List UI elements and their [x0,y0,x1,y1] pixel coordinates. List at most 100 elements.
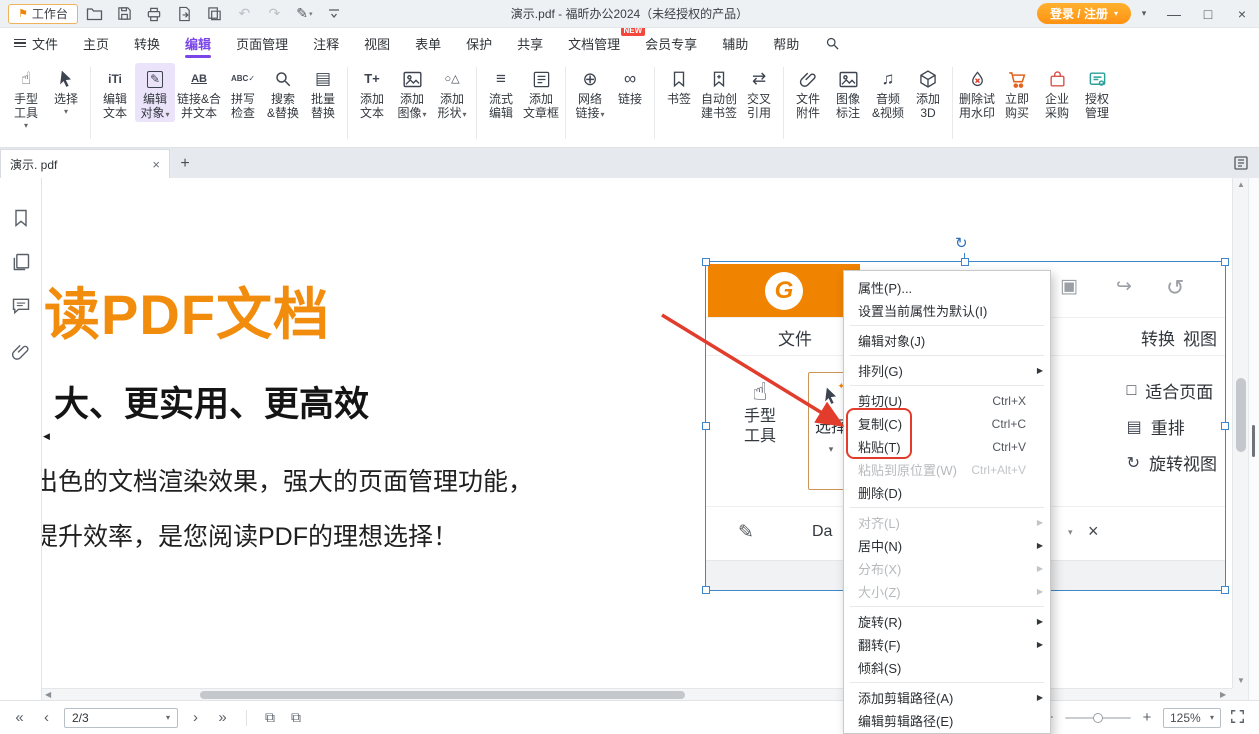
convert-doc-icon[interactable] [201,3,228,25]
ribbon-button-license-management[interactable]: 授权管理 [1077,63,1117,120]
menu-protect[interactable]: 保护 [466,28,492,58]
ribbon-button-enterprise-purchase[interactable]: 企业采购 [1037,63,1077,120]
menu-document-management[interactable]: 文档管理 NEW [568,28,620,58]
scroll-down-icon[interactable]: ▼ [1233,676,1249,685]
ribbon-button-add-text[interactable]: T+ 添加文本 [352,63,392,120]
ribbon-button-audio-video[interactable]: ♫ 音频&视频 [868,63,908,120]
context-menu-item-add-clip-path[interactable]: 添加剪辑路径(A)▶ [844,686,1050,709]
last-page-button[interactable]: » [209,709,236,726]
pen-tool-icon[interactable]: ✎▾ [291,3,318,25]
panel-collapse-icon[interactable]: ◀ [43,431,50,442]
menu-edit[interactable]: 编辑 [185,28,211,58]
scroll-left-icon[interactable]: ◀ [45,690,51,699]
collapse-ribbon-icon[interactable]: ▾ [1131,8,1157,19]
menu-file[interactable]: 文件 [14,28,58,58]
ribbon-button-select[interactable]: 选择 ▾ [46,63,86,116]
print-icon[interactable] [141,3,168,25]
minimize-button[interactable]: — [1157,0,1191,28]
menu-accessibility[interactable]: 辅助 [722,28,748,58]
ribbon-button-web-link[interactable]: ⊕ 网络链接▾ [570,63,610,122]
page-layout-icon[interactable] [1233,148,1249,178]
customize-toolbar-icon[interactable] [321,3,348,25]
export-doc-icon[interactable] [171,3,198,25]
ribbon-button-bookmark[interactable]: 书签 [659,63,699,106]
login-button[interactable]: 登录 / 注册 ▾ [1037,3,1131,24]
context-menu-item-cut[interactable]: 剪切(U)Ctrl+X [844,389,1050,412]
ribbon-button-spell-check[interactable]: ABC✓ 拼写检查 [223,63,263,120]
next-page-button[interactable]: › [182,709,209,726]
zoom-level-select[interactable]: 125% ▾ [1163,708,1221,728]
menu-convert[interactable]: 转换 [134,28,160,58]
horizontal-scroll-thumb[interactable] [200,691,685,699]
first-page-button[interactable]: « [6,709,33,726]
selection-handle-sw[interactable] [702,586,710,594]
vertical-scrollbar[interactable]: ▲ ▼ [1232,178,1248,688]
workspace-button[interactable]: ⚑ 工作台 [8,4,78,24]
new-tab-button[interactable]: + [170,149,200,178]
close-button[interactable]: × [1225,0,1259,28]
ribbon-button-remove-trial-watermark[interactable]: 删除试用水印 [957,63,997,120]
rotation-handle-icon[interactable]: ↻ [955,236,968,251]
context-menu-item-arrange[interactable]: 排列(G)▶ [844,359,1050,382]
context-menu-item-delete[interactable]: 删除(D) [844,481,1050,504]
ribbon-button-add-3d[interactable]: 添加3D [908,63,948,120]
context-menu-item-edit-object[interactable]: 编辑对象(J) [844,329,1050,352]
selection-handle-nw[interactable] [702,258,710,266]
menu-help[interactable]: 帮助 [773,28,799,58]
selection-handle-n[interactable] [961,258,969,266]
ribbon-button-file-attachment[interactable]: 文件附件 [788,63,828,120]
menu-home[interactable]: 主页 [83,28,109,58]
menu-member-exclusive[interactable]: 会员专享 [645,28,697,58]
tab-close-icon[interactable]: × [152,157,160,172]
selection-handle-w[interactable] [702,422,710,430]
context-menu-item-paste[interactable]: 粘贴(T)Ctrl+V [844,435,1050,458]
context-menu-item-rotate[interactable]: 旋转(R)▶ [844,610,1050,633]
ribbon-button-edit-text[interactable]: iTi 编辑文本 [95,63,135,120]
ribbon-button-hand-tool[interactable]: ☝ 手型工具 ▾ [6,63,46,130]
ribbon-button-search-replace[interactable]: 搜索&替换 [263,63,303,120]
ribbon-button-link[interactable]: ∞ 链接 [610,63,650,106]
context-menu-item-edit-clip-path[interactable]: 编辑剪辑路径(E) [844,709,1050,732]
menu-share[interactable]: 共享 [517,28,543,58]
ribbon-button-auto-bookmark[interactable]: 自动创建书签 [699,63,739,120]
page-indicator-box[interactable]: 2/3 ▾ [64,708,178,728]
context-menu-item-center[interactable]: 居中(N)▶ [844,534,1050,557]
zoom-slider[interactable] [1065,717,1131,719]
thumbnails-panel-icon[interactable] [11,252,31,272]
fit-screen-button[interactable] [1230,709,1245,727]
copy-page-icon[interactable]: ⧉ [257,709,283,726]
context-menu-item-copy[interactable]: 复制(C)Ctrl+C [844,412,1050,435]
zoom-slider-thumb[interactable] [1093,713,1103,723]
tab-active-document[interactable]: 演示. pdf × [0,149,170,178]
context-menu-item-properties[interactable]: 属性(P)... [844,276,1050,299]
horizontal-scrollbar[interactable]: ◀ ▶ [42,688,1232,700]
undo-icon[interactable]: ↶ [231,3,258,25]
open-file-icon[interactable] [81,3,108,25]
ribbon-button-buy-now[interactable]: 立即购买 [997,63,1037,120]
menu-page-management[interactable]: 页面管理 [236,28,288,58]
ribbon-button-add-shape[interactable]: ○△ 添加形状▾ [432,63,472,122]
prev-page-button[interactable]: ‹ [33,709,60,726]
ribbon-button-image-annotation[interactable]: 图像标注 [828,63,868,120]
search-icon[interactable] [825,36,840,51]
scroll-right-icon[interactable]: ▶ [1220,690,1226,699]
menu-comment[interactable]: 注释 [313,28,339,58]
paste-page-icon[interactable]: ⧉ [283,709,309,726]
ribbon-button-flow-edit[interactable]: ≡ 流式编辑 [481,63,521,120]
maximize-button[interactable]: □ [1191,0,1225,28]
ribbon-button-cross-reference[interactable]: ⇄ 交叉引用 [739,63,779,120]
selection-handle-se[interactable] [1221,586,1229,594]
redo-icon[interactable]: ↷ [261,3,288,25]
comments-panel-icon[interactable] [11,296,31,316]
selection-handle-ne[interactable] [1221,258,1229,266]
scroll-up-icon[interactable]: ▲ [1233,180,1249,189]
context-menu-item-skew[interactable]: 倾斜(S) [844,656,1050,679]
zoom-in-button[interactable]: + [1140,709,1154,726]
ribbon-button-link-merge-text[interactable]: AB 链接&合并文本 [175,63,223,120]
context-menu-item-set-default[interactable]: 设置当前属性为默认(I) [844,299,1050,322]
ribbon-button-add-image[interactable]: 添加图像▾ [392,63,432,122]
vertical-scroll-thumb[interactable] [1236,378,1246,452]
menu-form[interactable]: 表单 [415,28,441,58]
bookmark-panel-icon[interactable] [11,208,31,228]
menu-view[interactable]: 视图 [364,28,390,58]
